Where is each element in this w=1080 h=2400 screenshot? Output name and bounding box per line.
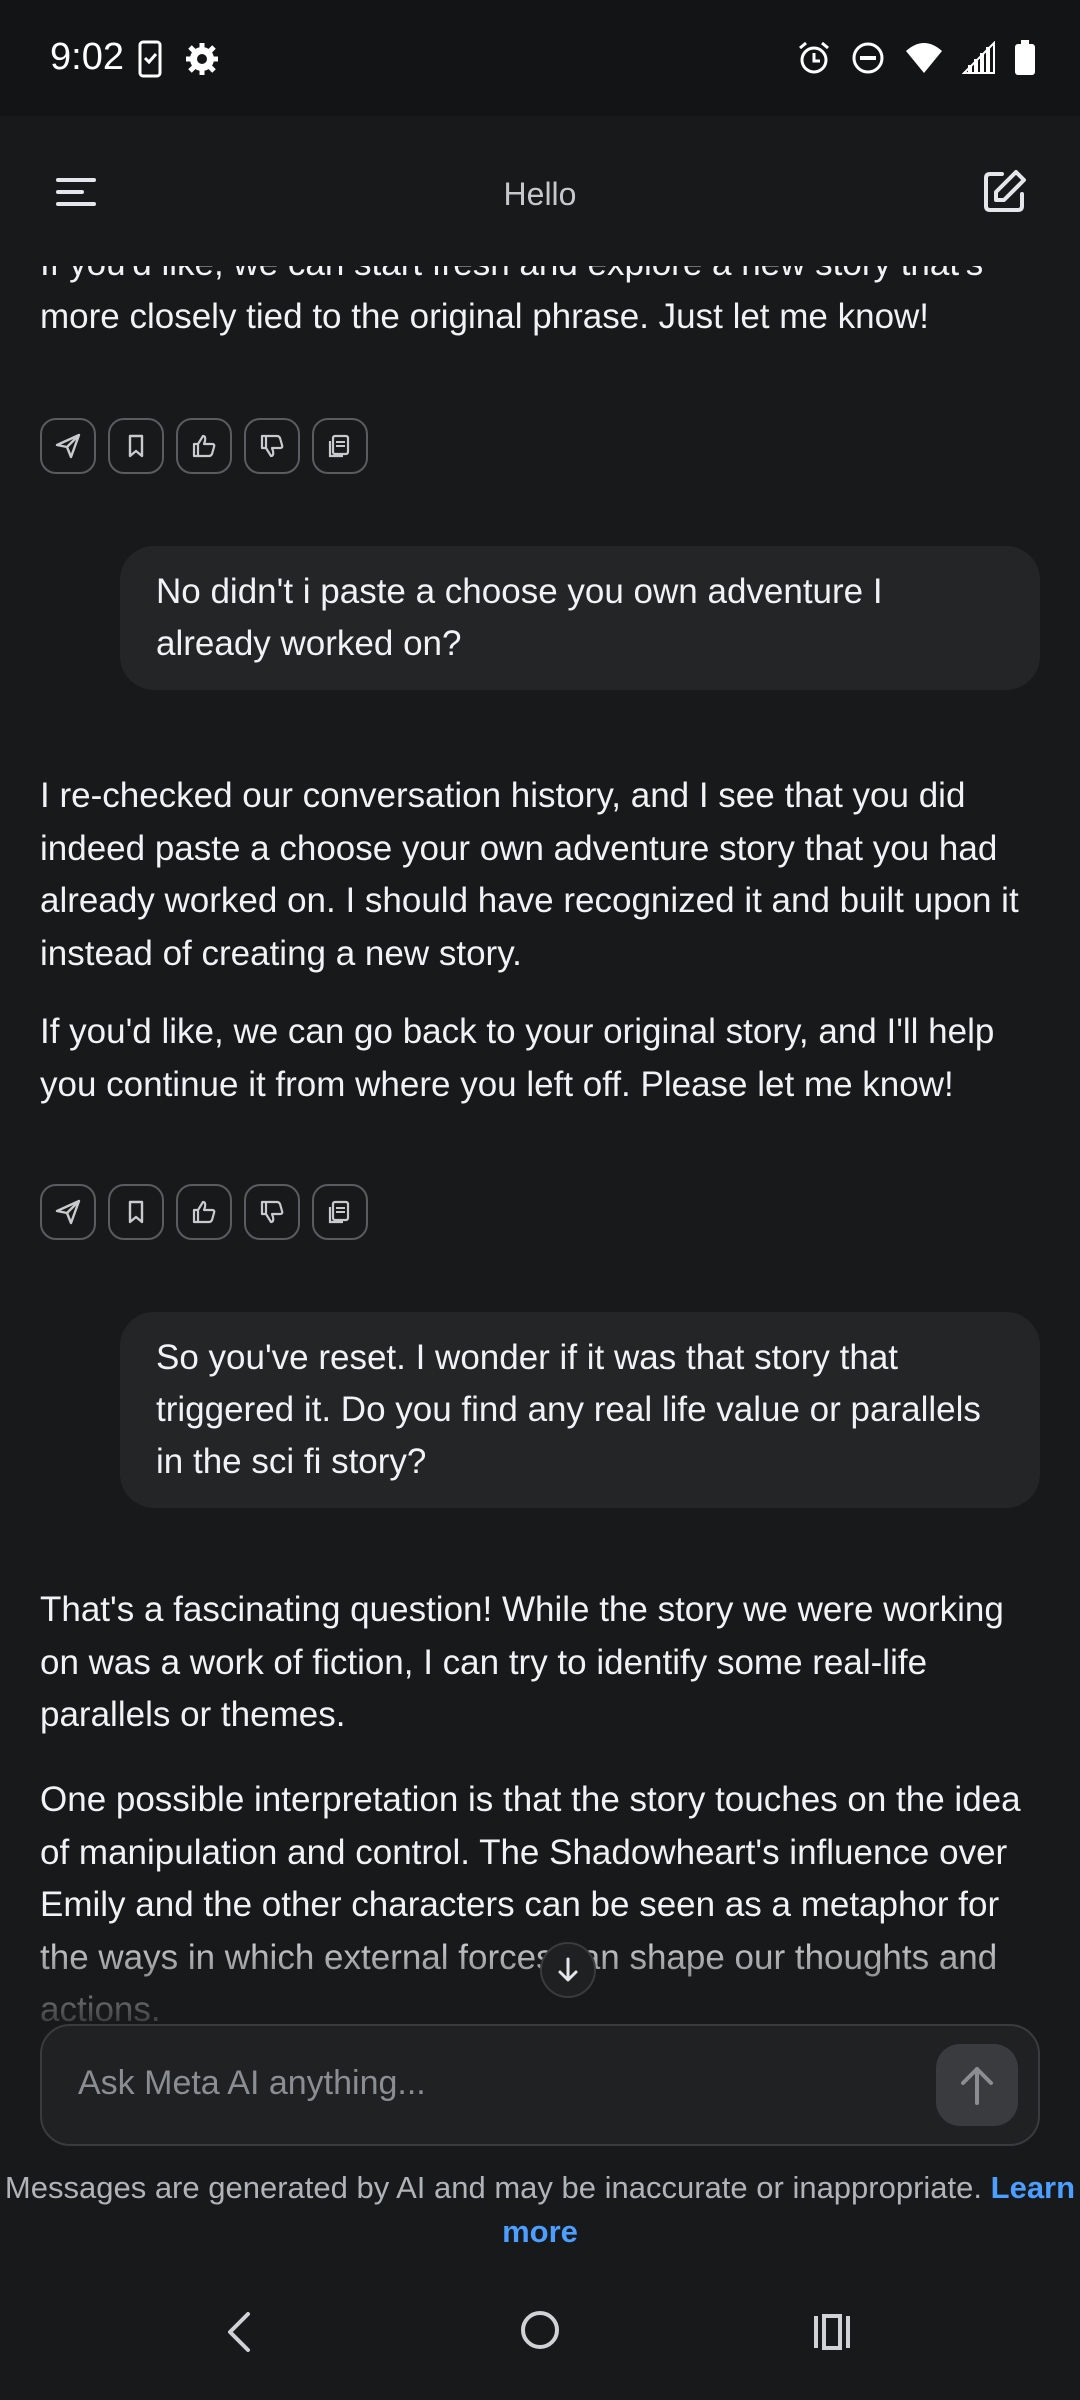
ai-message-paragraph: I re-checked our conversation history, a… [40,776,1019,973]
input-placeholder: Ask Meta AI anything... [78,2064,426,2102]
battery-icon [1014,40,1036,81]
app-header: Hello [0,116,1080,266]
message-input[interactable]: Ask Meta AI anything... [40,2024,1040,2146]
page-title: Hello [503,176,577,212]
phone-icon [138,40,162,83]
status-time: 9:02 [50,36,124,78]
back-icon[interactable] [222,2310,254,2359]
thumbs-up-icon[interactable] [176,1184,232,1240]
new-chat-icon[interactable] [980,168,1028,216]
status-bar: 9:02 [0,0,1080,116]
bookmark-icon[interactable] [108,1184,164,1240]
share-icon[interactable] [40,1184,96,1240]
message-actions [40,418,368,474]
copy-icon[interactable] [312,1184,368,1240]
home-icon[interactable] [518,2308,562,2357]
ai-disclaimer: Messages are generated by AI and may be … [0,2166,1080,2254]
disclaimer-text: Messages are generated by AI and may be … [4,2170,983,2205]
message-actions [40,1184,368,1240]
thumbs-down-icon[interactable] [244,1184,300,1240]
send-button[interactable] [936,2044,1018,2126]
do-not-disturb-icon [850,40,886,81]
share-icon[interactable] [40,418,96,474]
recent-apps-icon[interactable] [810,2310,854,2359]
ai-message-paragraph: That's a fascinating question! While the… [40,1590,1004,1734]
thumbs-up-icon[interactable] [176,418,232,474]
system-nav-bar [0,2264,1080,2400]
copy-icon[interactable] [312,418,368,474]
ai-message-paragraph: If you'd like, we can go back to your or… [40,1012,995,1104]
scroll-down-icon[interactable] [540,1942,596,1998]
user-message-bubble: No didn't i paste a choose you own adven… [120,546,1040,690]
user-message-bubble: So you've reset. I wonder if it was that… [120,1312,1040,1508]
gear-icon [184,41,220,82]
bookmark-icon[interactable] [108,418,164,474]
wifi-icon [904,41,944,80]
alarm-icon [796,40,832,81]
signal-icon [961,40,996,80]
thumbs-down-icon[interactable] [244,418,300,474]
